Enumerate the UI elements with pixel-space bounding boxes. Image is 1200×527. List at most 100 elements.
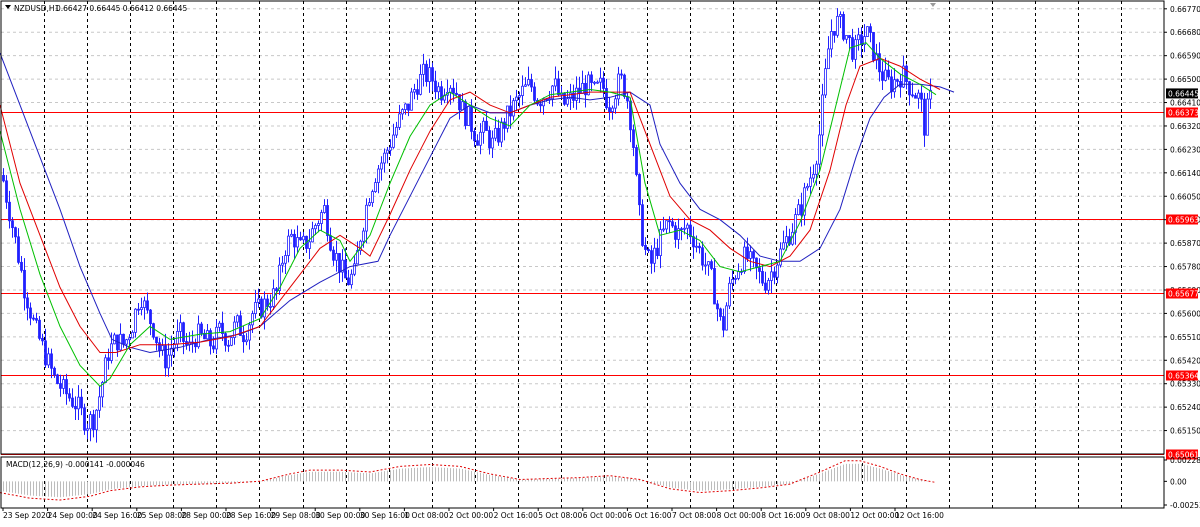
- candle-body: [494, 127, 497, 139]
- candle-body: [164, 345, 167, 369]
- candle-body: [515, 96, 518, 102]
- time-tick-label: 9 Oct 08:00: [806, 511, 850, 520]
- candle-body: [227, 344, 230, 347]
- time-tick-label: 1 Oct 08:00: [404, 511, 448, 520]
- candle-body: [470, 106, 473, 132]
- candle-body: [713, 268, 716, 305]
- candle-body: [5, 180, 8, 203]
- time-tick-label: 25 Sep 08:00: [137, 511, 187, 520]
- candle-body: [812, 173, 815, 179]
- time-tick-label: 12 Oct 16:00: [895, 511, 944, 520]
- candle-body: [257, 298, 260, 303]
- candle-body: [716, 303, 719, 310]
- candle-body: [143, 300, 146, 308]
- candle-body: [140, 307, 143, 310]
- candle-body: [368, 202, 371, 206]
- candle-body: [23, 269, 26, 299]
- candle-body: [329, 235, 332, 251]
- candle-body: [779, 248, 782, 266]
- candle-body: [158, 342, 161, 351]
- candle-body: [590, 74, 593, 83]
- candle-body: [134, 308, 137, 333]
- candle-body: [362, 230, 365, 242]
- candle-body: [557, 78, 560, 96]
- time-tick-label: 7 Oct 08:00: [672, 511, 716, 520]
- candle-body: [386, 149, 389, 154]
- candle-body: [77, 396, 80, 410]
- candle-body: [83, 407, 86, 431]
- candle-body: [107, 357, 110, 361]
- price-tick-label: 0.65240: [1170, 403, 1200, 412]
- candle-body: [59, 383, 62, 389]
- candle-body: [392, 134, 395, 148]
- candle-body: [839, 14, 842, 17]
- candle-body: [554, 78, 557, 87]
- candle-body: [56, 374, 59, 384]
- candle-body: [275, 288, 278, 291]
- candle-body: [95, 409, 98, 431]
- candle-body: [866, 26, 869, 37]
- ohlc-text: 0.66427 0.66445 0.66412 0.66445: [56, 4, 187, 13]
- candle-body: [245, 339, 248, 343]
- candle-body: [728, 282, 731, 307]
- candle-body: [776, 264, 779, 278]
- candle-body: [758, 267, 761, 272]
- candle-body: [845, 35, 848, 40]
- candle-body: [566, 98, 569, 105]
- candle-body: [50, 353, 53, 369]
- candle-body: [314, 225, 317, 230]
- candle-body: [206, 330, 209, 340]
- price-tick-label: 0.66590: [1170, 52, 1200, 61]
- candle-body: [497, 127, 500, 143]
- candle-body: [242, 335, 245, 343]
- candle-body: [608, 107, 611, 112]
- candle-body: [326, 205, 329, 237]
- candle-body: [413, 89, 416, 93]
- time-tick-label: 5 Oct 08:00: [538, 511, 582, 520]
- candle-body: [773, 271, 776, 278]
- time-tick-label: 24 Sep 00:00: [48, 511, 98, 520]
- price-tick-label: 0.65600: [1170, 309, 1200, 318]
- candle-body: [914, 95, 917, 99]
- candle-body: [320, 212, 323, 224]
- candle-body: [14, 227, 17, 238]
- candle-body: [539, 103, 542, 107]
- candle-body: [680, 228, 683, 231]
- candle-body: [761, 271, 764, 284]
- candle-body: [371, 191, 374, 204]
- candle-body: [905, 65, 908, 83]
- price-tick-label: 0.66050: [1170, 192, 1200, 201]
- candle-body: [479, 131, 482, 146]
- candle-body: [38, 319, 41, 339]
- candle-body: [416, 89, 419, 95]
- candle-body: [869, 26, 872, 33]
- candle-body: [74, 405, 77, 410]
- candle-body: [404, 103, 407, 110]
- chart: 0.66770 0.66680 0.66590 0.66500 0.66410 0.663…: [0, 0, 1200, 523]
- candle-body: [224, 333, 227, 346]
- candle-body: [26, 297, 29, 309]
- candle-body: [746, 246, 749, 259]
- candle-body: [512, 100, 515, 117]
- candle-body: [284, 255, 287, 264]
- candle-body: [908, 81, 911, 96]
- macd-tick-label: 0.002282: [1170, 456, 1200, 465]
- candle-body: [833, 31, 836, 36]
- candle-body: [872, 32, 875, 61]
- candle-body: [290, 233, 293, 237]
- candle-body: [815, 163, 818, 175]
- candle-body: [596, 81, 599, 84]
- candle-body: [467, 106, 470, 126]
- candle-body: [842, 14, 845, 40]
- candle-body: [398, 113, 401, 128]
- candle-body: [236, 315, 239, 323]
- chart-svg: 0.667700.666800.665900.665000.664100.663…: [0, 0, 1200, 523]
- candle-body: [683, 227, 686, 230]
- candle-body: [800, 204, 803, 216]
- candle-body: [86, 428, 89, 431]
- time-tick-label: 28 Sep 16:00: [226, 511, 276, 520]
- candle-body: [65, 379, 68, 395]
- candle-body: [167, 354, 170, 369]
- price-tick-label: 0.66410: [1170, 99, 1200, 108]
- candle-body: [614, 98, 617, 109]
